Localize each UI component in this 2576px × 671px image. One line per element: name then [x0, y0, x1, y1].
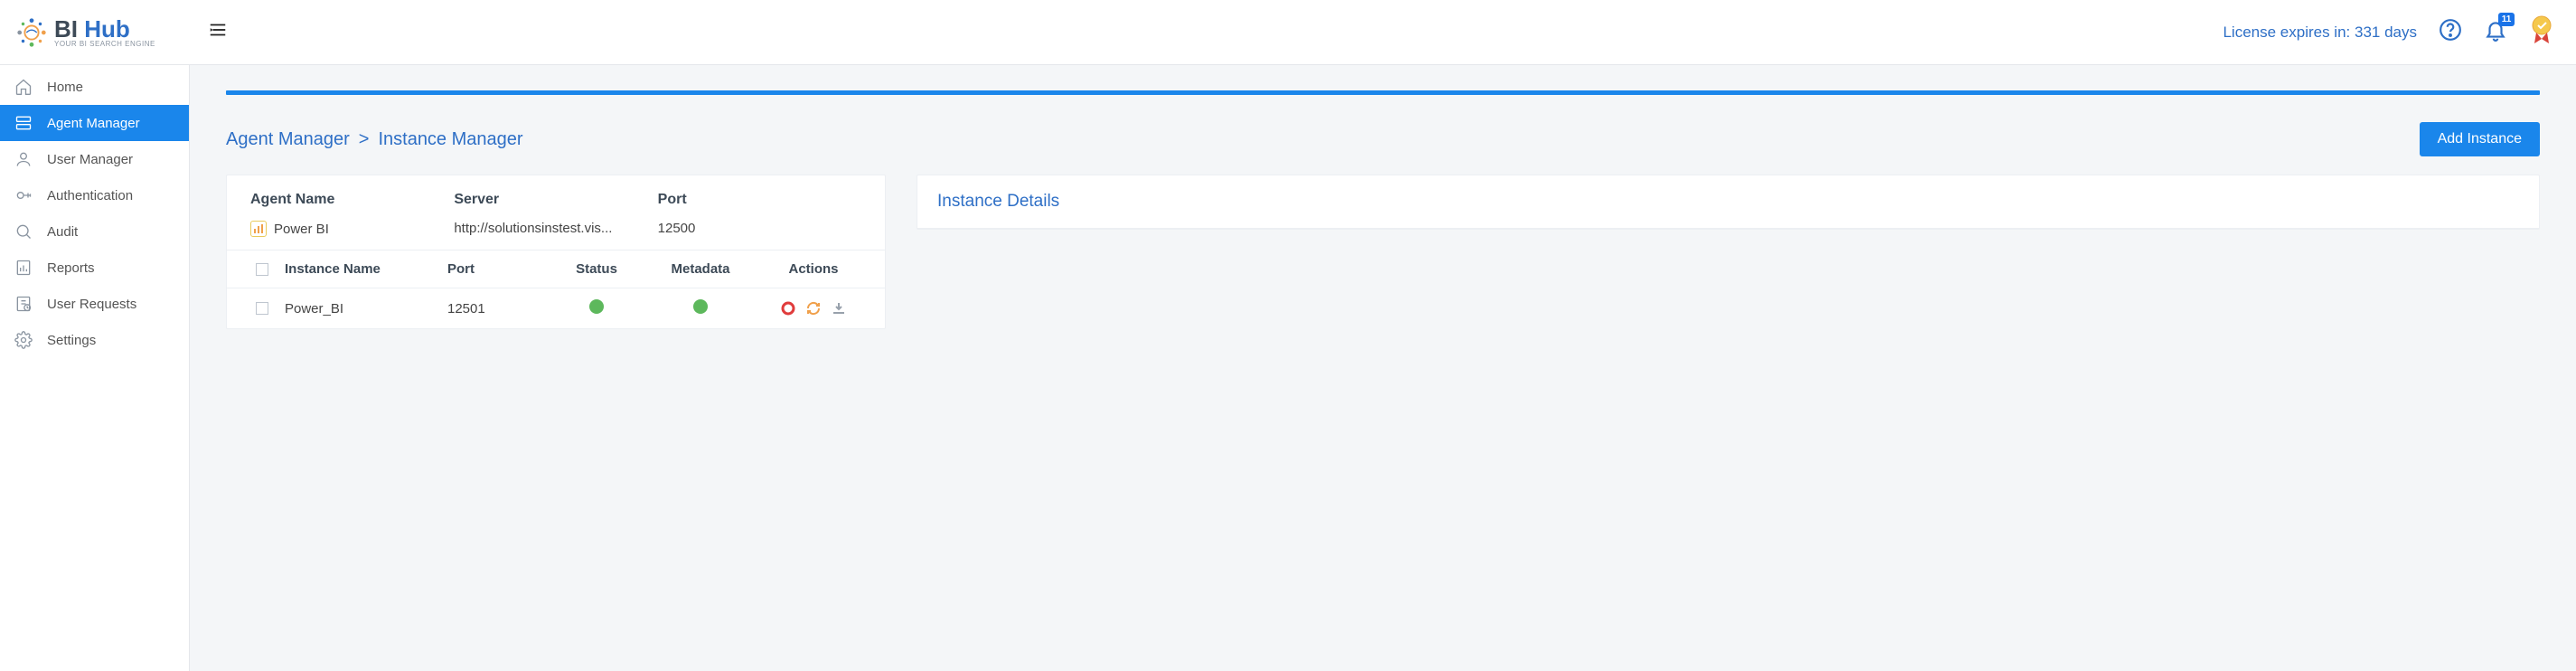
add-instance-button[interactable]: Add Instance: [2420, 122, 2540, 156]
refresh-instance-button[interactable]: [805, 300, 822, 317]
col-status: Status: [547, 261, 646, 277]
audit-icon: [14, 222, 33, 241]
license-status: License expires in: 331 days: [2223, 24, 2417, 42]
select-all-checkbox[interactable]: [256, 263, 268, 276]
status-dot-icon: [589, 299, 604, 314]
download-instance-button[interactable]: [831, 300, 847, 317]
port-label: Port: [658, 192, 861, 208]
logo-icon: [14, 15, 49, 50]
server-value: http://solutionsinstest.vis...: [454, 221, 657, 236]
sidebar-item-label: Agent Manager: [47, 116, 140, 131]
sidebar-item-authentication[interactable]: Authentication: [0, 177, 189, 213]
authentication-icon: [14, 186, 33, 204]
agent-card: Agent Name Power BI Server http://soluti…: [226, 175, 886, 329]
table-row[interactable]: Power_BI 12501: [227, 288, 885, 328]
sidebar-item-label: Reports: [47, 260, 95, 276]
notifications-icon[interactable]: 11: [2484, 18, 2507, 46]
col-actions: Actions: [755, 261, 872, 277]
stop-instance-button[interactable]: [780, 300, 796, 317]
col-instance-name: Instance Name: [285, 261, 447, 277]
user-manager-icon: [14, 150, 33, 168]
sidebar-item-reports[interactable]: Reports: [0, 250, 189, 286]
toggle-sidebar-icon[interactable]: [190, 20, 226, 44]
sidebar-item-label: Settings: [47, 333, 96, 348]
home-icon: [14, 78, 33, 96]
award-icon[interactable]: [2529, 14, 2554, 50]
sidebar-item-label: Authentication: [47, 188, 133, 203]
notification-badge: 11: [2498, 13, 2515, 26]
port-value: 12500: [658, 221, 861, 236]
agent-name-label: Agent Name: [250, 192, 454, 208]
topbar: BI Hub YOUR BI SEARCH ENGINE License exp…: [0, 0, 2576, 65]
instance-name-value: Power_BI: [285, 301, 447, 317]
sidebar-item-user-manager[interactable]: User Manager: [0, 141, 189, 177]
sidebar-item-audit[interactable]: Audit: [0, 213, 189, 250]
row-checkbox[interactable]: [256, 302, 268, 315]
instance-details-title: Instance Details: [917, 175, 2539, 229]
sidebar-item-user-requests[interactable]: User Requests: [0, 286, 189, 322]
sidebar-item-agent-manager[interactable]: Agent Manager: [0, 105, 189, 141]
instance-details-card: Instance Details: [917, 175, 2540, 230]
sidebar-item-label: User Requests: [47, 297, 136, 312]
settings-icon: [14, 331, 33, 349]
col-port: Port: [447, 261, 547, 277]
powerbi-icon: [250, 221, 267, 237]
breadcrumb-root[interactable]: Agent Manager: [226, 129, 350, 150]
sidebar-item-label: User Manager: [47, 152, 133, 167]
agent-manager-icon: [14, 114, 33, 132]
col-metadata: Metadata: [646, 261, 755, 277]
breadcrumb: Agent Manager > Instance Manager: [226, 129, 523, 150]
sidebar-item-label: Audit: [47, 224, 78, 240]
sidebar-item-home[interactable]: Home: [0, 69, 189, 105]
logo[interactable]: BI Hub YOUR BI SEARCH ENGINE: [0, 15, 190, 50]
user-requests-icon: [14, 295, 33, 313]
help-icon[interactable]: [2439, 18, 2462, 46]
server-label: Server: [454, 192, 657, 208]
sidebar-item-settings[interactable]: Settings: [0, 322, 189, 358]
breadcrumb-current: Instance Manager: [378, 129, 522, 150]
accent-bar: [226, 90, 2540, 95]
logo-text: BI Hub YOUR BI SEARCH ENGINE: [54, 17, 155, 48]
sidebar: Home Agent Manager User Manager Authenti…: [0, 65, 190, 671]
instance-port-value: 12501: [447, 301, 547, 317]
main-content: Agent Manager > Instance Manager Add Ins…: [190, 65, 2576, 671]
chevron-right-icon: >: [359, 129, 370, 150]
metadata-dot-icon: [693, 299, 708, 314]
sidebar-item-label: Home: [47, 80, 83, 95]
agent-name-value: Power BI: [274, 222, 329, 237]
instance-table: Instance Name Port Status Metadata Actio…: [227, 250, 885, 328]
reports-icon: [14, 259, 33, 277]
